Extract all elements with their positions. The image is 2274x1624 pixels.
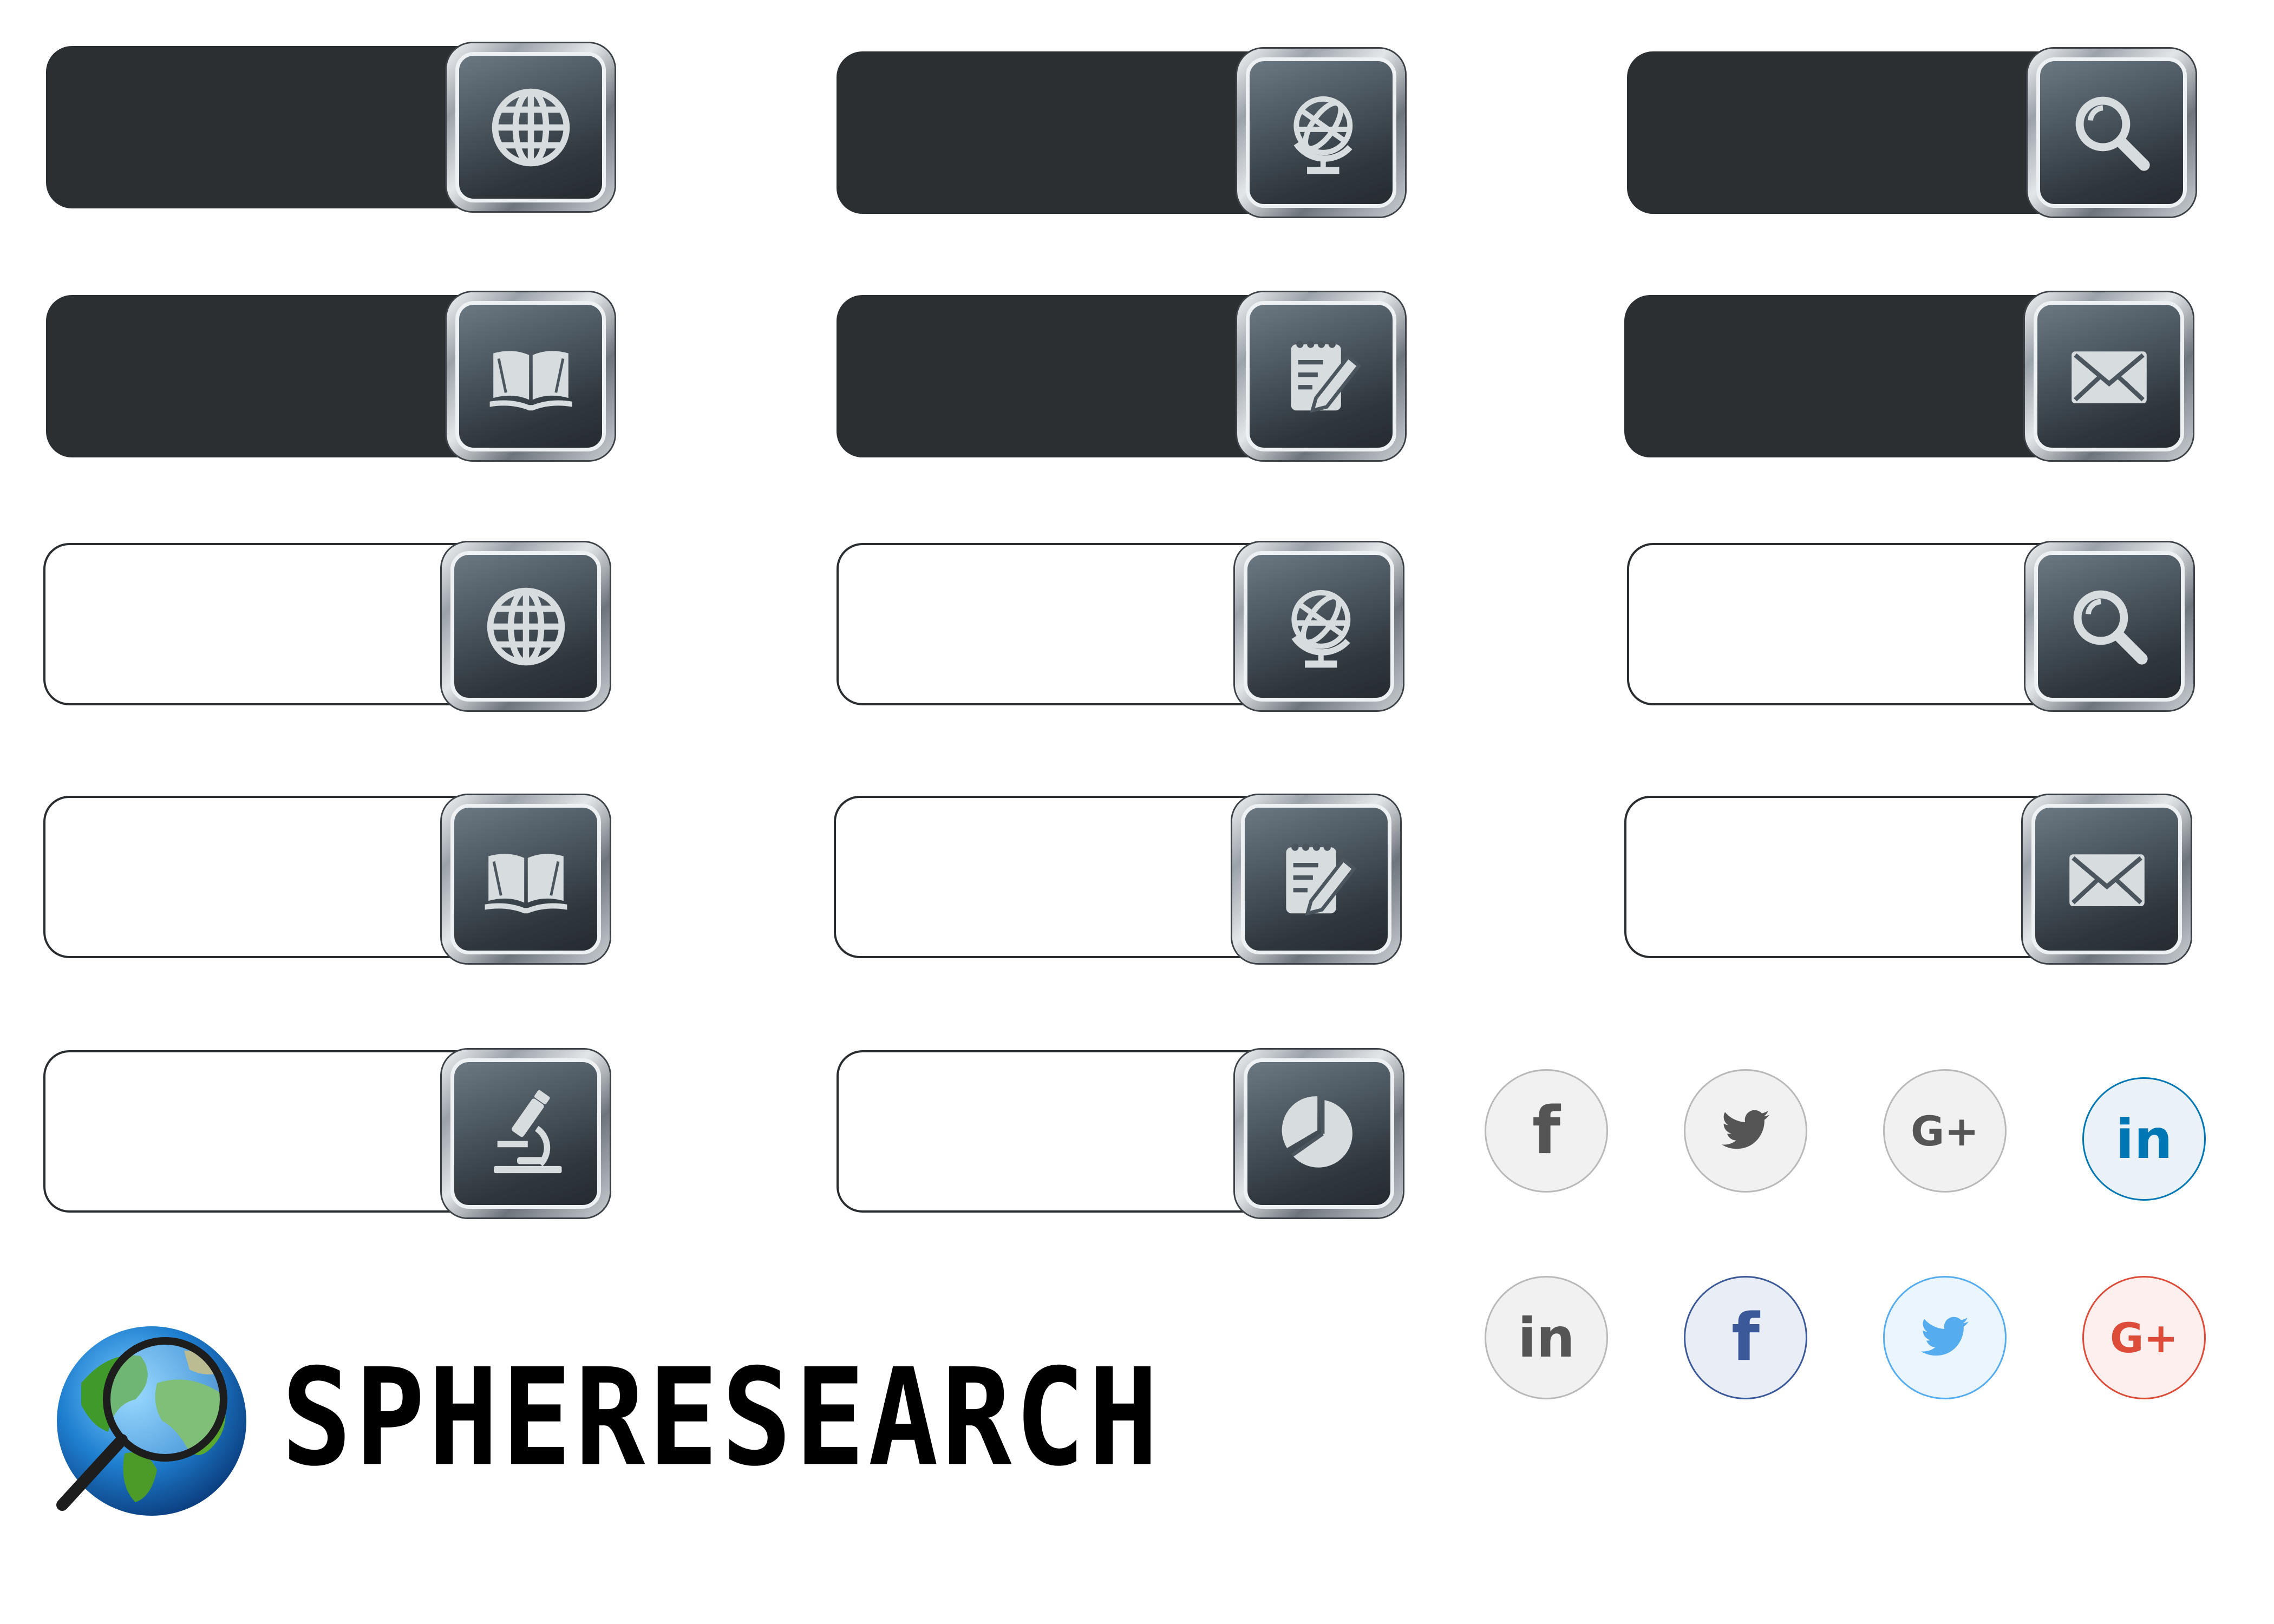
search-bar-dark-desk-globe[interactable] (837, 49, 1405, 217)
globe-icon (492, 88, 570, 166)
globe-search-button[interactable] (447, 43, 615, 211)
desk-globe-icon (1291, 590, 1350, 667)
googleplus-button-color[interactable]: G+ (2082, 1276, 2206, 1399)
search-input[interactable] (1651, 338, 1989, 415)
search-bar-dark-book[interactable] (46, 292, 615, 460)
envelope-icon (2071, 351, 2147, 403)
book-search-button[interactable] (442, 795, 610, 963)
notepad-pencil-icon (1285, 843, 1356, 916)
search-bar-dark-magnifier[interactable] (1627, 49, 2195, 217)
notepad-search-button[interactable] (1237, 292, 1405, 460)
search-bar-light-magnifier[interactable] (1627, 542, 2193, 710)
search-input[interactable] (1654, 841, 1991, 918)
search-input[interactable] (866, 1096, 1204, 1173)
search-input[interactable] (863, 841, 1201, 918)
search-input[interactable] (73, 588, 410, 665)
linkedin-icon: in (2115, 1107, 2173, 1171)
search-input[interactable] (1656, 588, 1994, 665)
facebook-button-gray[interactable]: f (1485, 1069, 1608, 1193)
googleplus-button-gray[interactable]: G+ (1883, 1069, 2007, 1193)
desk-globe-icon (1293, 96, 1352, 174)
desk-globe-search-button[interactable] (1235, 542, 1403, 710)
magnifier-icon (2075, 96, 2150, 171)
desk-globe-search-button[interactable] (1237, 49, 1405, 217)
search-bar-light-desk-globe[interactable] (837, 542, 1403, 710)
search-input[interactable] (864, 95, 1201, 172)
globe-search-button[interactable] (442, 542, 610, 710)
magnifier-icon (2073, 590, 2148, 665)
globe-icon (487, 587, 565, 665)
search-bar-light-notepad[interactable] (834, 795, 1400, 963)
search-input[interactable] (73, 1096, 410, 1173)
search-input[interactable] (73, 89, 411, 166)
brand-wordmark: SPHERESEARCH (282, 1339, 1162, 1496)
pie-chart-search-button[interactable] (1235, 1050, 1403, 1217)
book-search-button[interactable] (447, 292, 615, 460)
twitter-button-color[interactable] (1883, 1276, 2007, 1399)
search-input[interactable] (1654, 95, 1992, 172)
twitter-icon (1921, 1317, 1969, 1356)
magnifier-search-button[interactable] (2025, 542, 2193, 710)
search-bar-dark-envelope[interactable] (1624, 292, 2193, 460)
envelope-search-button[interactable] (2025, 292, 2193, 460)
notepad-search-button[interactable] (1232, 795, 1400, 963)
notepad-pencil-icon (1290, 340, 1361, 413)
search-bar-light-book[interactable] (43, 795, 610, 963)
pie-chart-icon (1282, 1096, 1352, 1168)
googleplus-icon: G+ (1910, 1106, 1979, 1155)
facebook-icon: f (1532, 1093, 1561, 1169)
search-bar-light-globe[interactable] (43, 542, 610, 710)
linkedin-button-color[interactable]: in (2082, 1077, 2206, 1201)
search-input[interactable] (73, 338, 411, 415)
googleplus-icon: G+ (2109, 1313, 2179, 1362)
search-bar-light-microscope[interactable] (43, 1050, 610, 1217)
twitter-button-gray[interactable] (1684, 1069, 1807, 1193)
search-bar-dark-globe[interactable] (46, 43, 615, 211)
microscope-icon (493, 1090, 561, 1173)
linkedin-icon: in (1518, 1306, 1575, 1370)
book-icon (489, 350, 572, 410)
facebook-icon: f (1731, 1300, 1760, 1376)
search-bar-light-pie-chart[interactable] (837, 1050, 1403, 1217)
search-input[interactable] (73, 841, 410, 918)
microscope-search-button[interactable] (442, 1050, 610, 1217)
envelope-icon (2069, 854, 2145, 906)
search-bar-dark-notepad[interactable] (837, 292, 1405, 460)
magnifier-search-button[interactable] (2028, 49, 2195, 217)
envelope-search-button[interactable] (2023, 795, 2191, 963)
twitter-icon (1722, 1110, 1769, 1149)
search-input[interactable] (866, 588, 1204, 665)
globe-magnifier-icon (56, 1326, 246, 1516)
linkedin-button-gray[interactable]: in (1485, 1276, 1608, 1399)
search-input[interactable] (864, 338, 1201, 415)
book-icon (485, 853, 567, 913)
facebook-button-color[interactable]: f (1684, 1276, 1807, 1399)
logo-emblem (49, 1318, 249, 1518)
search-bar-light-envelope[interactable] (1624, 795, 2191, 963)
